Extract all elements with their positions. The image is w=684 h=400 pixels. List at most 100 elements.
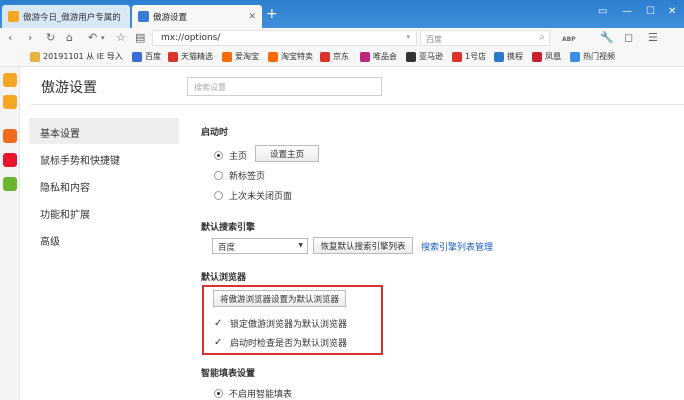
radio-selected[interactable] <box>214 389 223 398</box>
title-bar: 傲游今日_傲游用户专属的 傲游设置 ✕ + ▭ — ☐ ✕ <box>0 0 684 28</box>
address-text: mx://options/ <box>161 33 221 43</box>
bookmark-jd[interactable]: 京东 <box>320 51 349 62</box>
search-engine-select[interactable]: 百度 ▼ <box>212 238 308 254</box>
new-tab-button[interactable]: + <box>266 7 278 21</box>
settings-page: 傲游设置 搜索设置 基本设置 鼠标手势和快捷键 隐私和内容 功能和扩展 高级 启… <box>21 67 684 400</box>
address-bar[interactable]: mx://options/ ▾ <box>152 30 417 46</box>
extension-icon[interactable] <box>3 177 17 191</box>
bookmark-vip[interactable]: 唯品会 <box>360 51 397 62</box>
amazon-icon <box>406 51 416 62</box>
bookmark-taobao-sale[interactable]: 淘宝特卖 <box>268 51 313 62</box>
back-button[interactable]: ‹ <box>8 31 12 45</box>
tab-maxthon-today[interactable]: 傲游今日_傲游用户专属的 <box>2 5 130 28</box>
window-icon[interactable]: ◻ <box>624 32 633 44</box>
notes-icon[interactable] <box>3 95 17 109</box>
search-icon[interactable]: ⌕ <box>539 32 545 43</box>
baidu-icon <box>132 51 142 62</box>
bookmark-label: 天猫精选 <box>181 52 213 61</box>
radio-unselected[interactable] <box>214 191 223 200</box>
bookmark-baidu[interactable]: 百度 <box>132 51 161 62</box>
tmall-icon <box>168 51 178 62</box>
reset-search-engines-button[interactable]: 恢复默认搜索引擎列表 <box>313 237 413 254</box>
bookmark-label: 淘宝特卖 <box>281 52 313 61</box>
taobao-icon <box>268 51 278 62</box>
search-box[interactable]: 百度 ⌕ <box>420 30 550 46</box>
jd-icon <box>320 51 330 62</box>
tab-label: 傲游设置 <box>153 12 188 23</box>
selected-engine: 百度 <box>218 243 236 253</box>
adblock-icon[interactable]: ABP <box>562 34 576 46</box>
startup-section-title: 启动时 <box>201 128 229 138</box>
search-engine-label: 百度 <box>426 35 442 44</box>
undo-close-button[interactable]: ↶ <box>88 31 97 45</box>
home-button[interactable]: ⌂ <box>66 31 73 45</box>
bookmark-label: 唯品会 <box>373 52 397 61</box>
tab-settings[interactable]: 傲游设置 ✕ <box>132 5 262 28</box>
menu-advanced[interactable]: 高级 <box>29 226 179 252</box>
video-icon <box>570 51 580 62</box>
manage-search-engines-link[interactable]: 搜索引擎列表管理 <box>421 240 493 253</box>
bookmark-label: 凤凰 <box>545 52 561 61</box>
header-divider <box>31 104 684 105</box>
bookmark-ifeng[interactable]: 凤凰 <box>532 51 561 62</box>
set-home-button[interactable]: 设置主页 <box>255 145 319 162</box>
option-label: 新标签页 <box>229 172 266 182</box>
undo-dropdown-icon[interactable]: ▾ <box>101 31 105 45</box>
startup-option-restore[interactable]: 上次未关闭页面 <box>214 189 292 202</box>
ctrip-icon <box>494 51 504 62</box>
reader-mode-icon[interactable]: ▤ <box>135 31 145 45</box>
menu-mouse-gestures[interactable]: 鼠标手势和快捷键 <box>29 145 179 171</box>
radio-selected[interactable] <box>214 151 223 160</box>
vip-icon <box>360 51 370 62</box>
bookmark-label: 爱淘宝 <box>235 52 259 61</box>
rss-icon[interactable] <box>3 129 17 143</box>
close-window-button[interactable]: ✕ <box>668 6 676 17</box>
reload-button[interactable]: ↻ <box>46 31 55 45</box>
bookmark-tmall[interactable]: 天猫精选 <box>168 51 213 62</box>
sidebar-strip <box>0 67 20 400</box>
option-label: 不启用智能填表 <box>229 390 293 400</box>
forward-button[interactable]: › <box>28 31 32 45</box>
menu-privacy[interactable]: 隐私和内容 <box>29 172 179 198</box>
startup-option-new-tab[interactable]: 新标签页 <box>214 169 265 182</box>
bookmark-folder-ie-import[interactable]: 20191101 从 IE 导入 <box>30 51 123 62</box>
maxthon-today-icon <box>8 11 19 22</box>
maximize-button[interactable]: ☐ <box>646 6 655 17</box>
favorites-icon[interactable] <box>3 73 17 87</box>
bookmark-hot-video[interactable]: 热门视频 <box>570 51 615 62</box>
bookmark-ctrip[interactable]: 携程 <box>494 51 523 62</box>
bookmark-ai-taobao[interactable]: 爱淘宝 <box>222 51 259 62</box>
menu-basic-settings[interactable]: 基本设置 <box>29 118 179 144</box>
menu-features[interactable]: 功能和扩展 <box>29 199 179 225</box>
ifeng-icon <box>532 51 542 62</box>
highlight-annotation-box <box>202 285 383 355</box>
autofill-section-title: 智能填表设置 <box>201 369 256 379</box>
option-label: 上次未关闭页面 <box>229 192 293 202</box>
startup-option-home[interactable]: 主页 <box>214 149 247 162</box>
menu-icon[interactable]: ☰ <box>648 32 658 44</box>
navigation-toolbar: ‹ › ↻ ⌂ ↶ ▾ ☆ ▤ mx://options/ ▾ 百度 ⌕ ABP… <box>0 28 684 48</box>
bookmark-amazon[interactable]: 亚马逊 <box>406 51 443 62</box>
bookmark-label: 亚马逊 <box>419 52 443 61</box>
search-engine-section-title: 默认搜索引擎 <box>201 223 256 233</box>
autofill-option-disable[interactable]: 不启用智能填表 <box>214 387 292 400</box>
folder-icon <box>30 51 40 62</box>
option-label: 主页 <box>229 152 248 162</box>
bookmark-label: 携程 <box>507 52 523 61</box>
settings-search-input[interactable]: 搜索设置 <box>187 77 382 96</box>
chevron-down-icon: ▼ <box>298 242 303 249</box>
bookmark-label: 20191101 从 IE 导入 <box>43 52 123 61</box>
tools-icon[interactable]: 🔧 <box>600 32 614 44</box>
radio-unselected[interactable] <box>214 171 223 180</box>
weibo-icon[interactable] <box>3 153 17 167</box>
favorite-star-icon[interactable]: ☆ <box>116 31 126 45</box>
bookmark-yhd[interactable]: 1号店 <box>452 51 486 62</box>
address-dropdown-icon[interactable]: ▾ <box>406 33 410 41</box>
bookmarks-bar: 20191101 从 IE 导入 百度 天猫精选 爱淘宝 淘宝特卖 京东 唯品会… <box>0 48 684 67</box>
default-browser-section-title: 默认浏览器 <box>201 273 247 283</box>
minimize-button[interactable]: — <box>622 6 632 17</box>
bookmark-label: 百度 <box>145 52 161 61</box>
bookmark-label: 京东 <box>333 52 349 61</box>
pin-window-icon[interactable]: ▭ <box>598 6 607 17</box>
close-tab-icon[interactable]: ✕ <box>248 12 256 22</box>
